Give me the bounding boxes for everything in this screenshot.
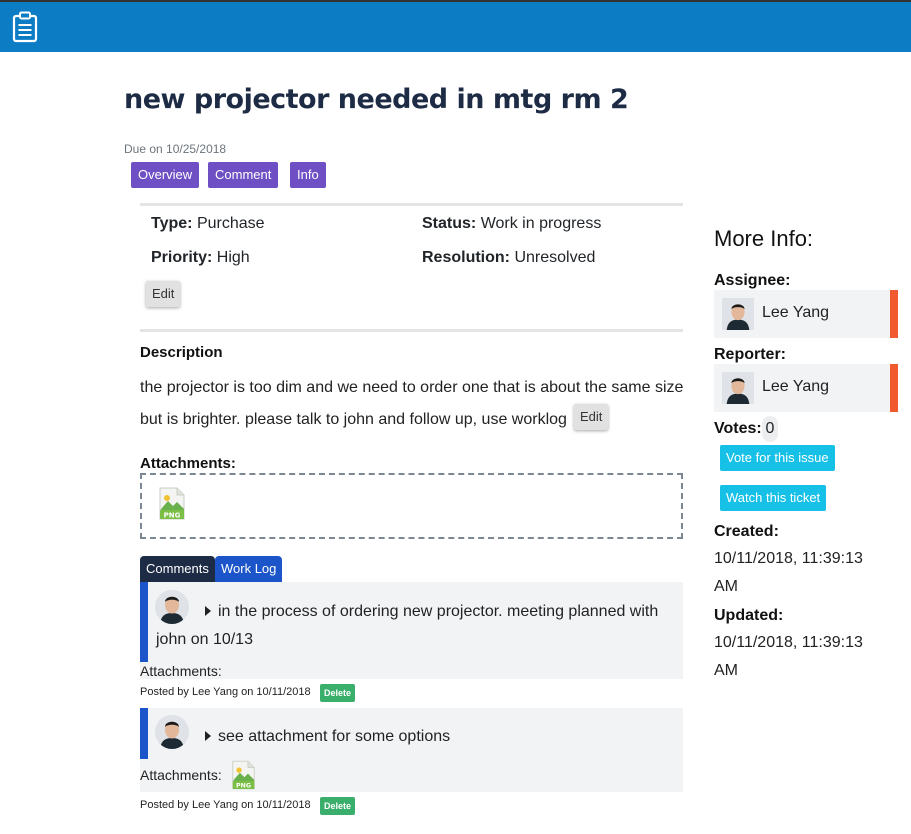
status-stripe	[890, 364, 898, 412]
delete-button[interactable]: Delete	[320, 797, 356, 815]
comment-accent-bar	[140, 582, 148, 662]
comment-accent-bar	[140, 708, 148, 759]
votes-count: 0	[762, 416, 778, 442]
caret-right-icon[interactable]	[205, 731, 211, 741]
attachments-label: Attachments:	[140, 455, 236, 472]
reporter-label: Reporter:	[714, 346, 787, 363]
resolution-value: Unresolved	[514, 249, 596, 266]
vote-button[interactable]: Vote for this issue	[720, 445, 835, 471]
comment-text: see attachment for some options	[218, 728, 451, 745]
priority-value: High	[216, 249, 250, 266]
person-icon	[722, 372, 754, 404]
tab-comments[interactable]: Comments	[140, 556, 215, 582]
priority-label: Priority:	[151, 249, 213, 266]
tab-work-log[interactable]: Work Log	[215, 556, 283, 582]
votes-label: Votes:	[714, 420, 762, 437]
created-value: 10/11/2018, 11:39:13 AM	[714, 550, 863, 595]
more-info-title: More Info:	[714, 226, 814, 251]
divider	[140, 329, 683, 332]
delete-button[interactable]: Delete	[320, 684, 356, 702]
png-label: PNG	[236, 783, 251, 790]
issue-title: new projector needed in mtg rm 2	[124, 84, 629, 115]
tab-info[interactable]: Info	[290, 162, 326, 188]
description-label: Description	[140, 344, 223, 361]
png-label: PNG	[164, 512, 181, 520]
top-navbar	[0, 0, 911, 52]
tab-comment[interactable]: Comment	[208, 162, 279, 188]
avatar	[155, 715, 189, 749]
watch-button[interactable]: Watch this ticket	[720, 485, 827, 511]
png-file-icon[interactable]: PNG	[158, 487, 186, 520]
clipboard-icon[interactable]	[12, 11, 38, 43]
tab-overview[interactable]: Overview	[131, 162, 200, 188]
assignee-card[interactable]: Lee Yang	[714, 290, 898, 338]
status-stripe	[890, 290, 898, 338]
resolution-label: Resolution:	[422, 249, 510, 266]
posted-by: Posted by Lee Yang on 10/11/2018	[140, 799, 311, 811]
resolution-field: Resolution: Unresolved	[422, 249, 595, 267]
person-icon	[155, 715, 189, 749]
attachment-dropzone[interactable]	[140, 473, 683, 539]
comment-attachments-label: Attachments:	[140, 767, 222, 783]
status-label: Status:	[422, 215, 477, 232]
assignee-name: Lee Yang	[762, 304, 830, 321]
type-label: Type:	[151, 215, 193, 232]
type-value: Purchase	[196, 215, 265, 232]
due-date: Due on 10/25/2018	[124, 142, 227, 156]
edit-description-button[interactable]: Edit	[574, 404, 609, 430]
assignee-label: Assignee:	[714, 272, 791, 289]
person-icon	[722, 298, 754, 330]
status-field: Status: Work in progress	[422, 215, 601, 233]
priority-field: Priority: High	[151, 249, 250, 267]
edit-fields-button[interactable]: Edit	[146, 281, 181, 307]
updated-value: 10/11/2018, 11:39:13 AM	[714, 634, 863, 679]
png-file-icon[interactable]: PNG	[231, 760, 256, 790]
description-text: the projector is too dim and we need to …	[140, 372, 700, 436]
comment-attachments-label: Attachments:	[140, 663, 222, 679]
reporter-card[interactable]: Lee Yang	[714, 364, 898, 412]
type-field: Type: Purchase	[151, 215, 265, 233]
comment-text: in the process of ordering new projector…	[156, 603, 659, 648]
reporter-name: Lee Yang	[762, 378, 830, 395]
updated-label: Updated:	[714, 607, 784, 624]
divider	[140, 203, 683, 206]
avatar	[722, 298, 754, 330]
posted-by: Posted by Lee Yang on 10/11/2018	[140, 686, 311, 698]
created-label: Created:	[714, 523, 779, 540]
status-value: Work in progress	[480, 215, 602, 232]
avatar	[722, 372, 754, 404]
